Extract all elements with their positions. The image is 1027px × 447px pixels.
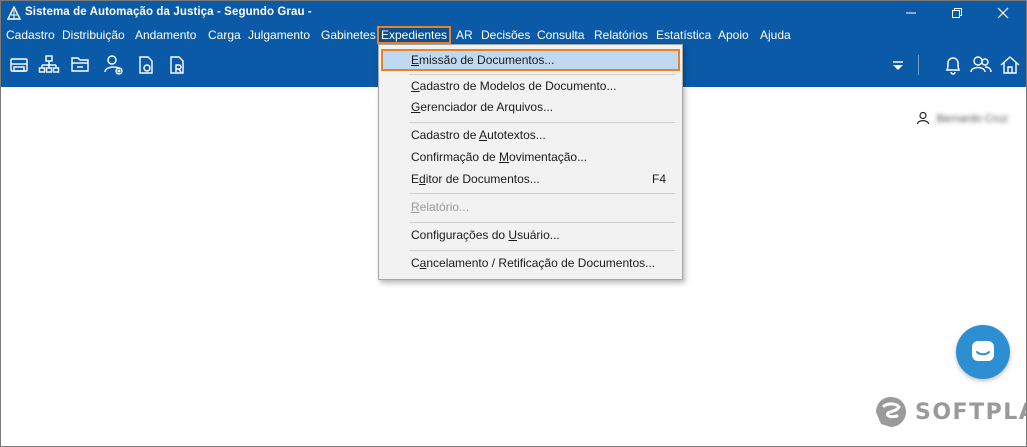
close-button[interactable] [980, 1, 1026, 25]
menu-relatorios[interactable]: Relatórios [593, 27, 649, 44]
home-icon[interactable] [999, 53, 1021, 77]
menu-bar: Cadastro Distribuição Andamento Carga Ju… [1, 25, 1026, 45]
chat-bubble-icon [972, 341, 994, 361]
menu-item-cancelamento-retificacao[interactable]: Cancelamento / Retificação de Documentos… [381, 252, 680, 274]
menu-separator [409, 193, 675, 194]
minimize-button[interactable] [888, 1, 934, 25]
menu-julgamento[interactable]: Julgamento [247, 27, 311, 44]
menu-estatistica[interactable]: Estatística [655, 27, 712, 44]
menu-separator [409, 122, 675, 123]
toolbar-separator [918, 55, 919, 75]
menu-item-configuracoes-usuario[interactable]: Configurações do Usuário... [381, 224, 680, 246]
menu-separator [409, 222, 675, 223]
brand-name: SOFTPLAN [915, 399, 1026, 425]
user-name: Bernardo Cruz [936, 113, 1008, 125]
document-r-icon[interactable] [166, 53, 188, 77]
softplan-logo: SOFTPLAN [873, 392, 1026, 432]
user-icon [916, 111, 930, 128]
bell-icon[interactable] [942, 53, 964, 77]
menu-distribuicao[interactable]: Distribuição [61, 27, 126, 44]
folder-icon[interactable] [69, 53, 91, 77]
menu-cadastro[interactable]: Cadastro [5, 27, 56, 44]
menu-item-relatorio: Relatório... [411, 200, 470, 214]
menu-item-cadastro-modelos[interactable]: Cadastro de Modelos de Documento... [381, 75, 680, 97]
menu-item-confirmacao-movimentacao[interactable]: Confirmação de Movimentação... [381, 146, 680, 168]
app-logo-icon [6, 5, 22, 20]
chat-button[interactable] [956, 325, 1010, 379]
application-window: Sistema de Automação da Justiça - Segund… [0, 0, 1027, 447]
expedientes-dropdown-menu: Emissão de Documentos... Cadastro de Mod… [378, 44, 683, 280]
dropdown-arrow-icon[interactable] [887, 53, 909, 77]
window-title: Sistema de Automação da Justiça - Segund… [25, 6, 312, 18]
title-bar: Sistema de Automação da Justiça - Segund… [1, 1, 1026, 25]
printer-icon[interactable] [8, 53, 30, 77]
menu-item-editor-documentos[interactable]: Editor de Documentos... F4 [381, 168, 680, 190]
menu-apoio[interactable]: Apoio [717, 27, 750, 44]
softplan-mark-icon [876, 397, 906, 427]
user-settings-icon[interactable] [103, 53, 125, 77]
menu-item-emissao-documentos[interactable]: Emissão de Documentos... [381, 49, 680, 71]
menu-decisoes[interactable]: Decisões [480, 27, 531, 44]
menu-expedientes[interactable]: Expedientes [377, 26, 452, 44]
menu-gabinetes[interactable]: Gabinetes [320, 27, 377, 44]
user-info: Bernardo Cruz [916, 111, 1008, 127]
org-chart-icon[interactable] [38, 53, 60, 77]
menu-ar[interactable]: AR [455, 27, 474, 44]
menu-andamento[interactable]: Andamento [134, 27, 197, 44]
menu-ajuda[interactable]: Ajuda [759, 27, 792, 44]
restore-button[interactable] [934, 1, 980, 25]
menu-consulta[interactable]: Consulta [536, 27, 585, 44]
menu-item-gerenciador-arquivos[interactable]: Gerenciador de Arquivos... [381, 96, 680, 118]
menu-separator [409, 250, 675, 251]
menu-carga[interactable]: Carga [207, 27, 242, 44]
menu-item-cadastro-autotextos[interactable]: Cadastro de Autotextos... [381, 124, 680, 146]
shortcut-label: F4 [651, 172, 666, 186]
users-icon[interactable] [970, 53, 992, 77]
document-o-icon[interactable] [135, 53, 157, 77]
